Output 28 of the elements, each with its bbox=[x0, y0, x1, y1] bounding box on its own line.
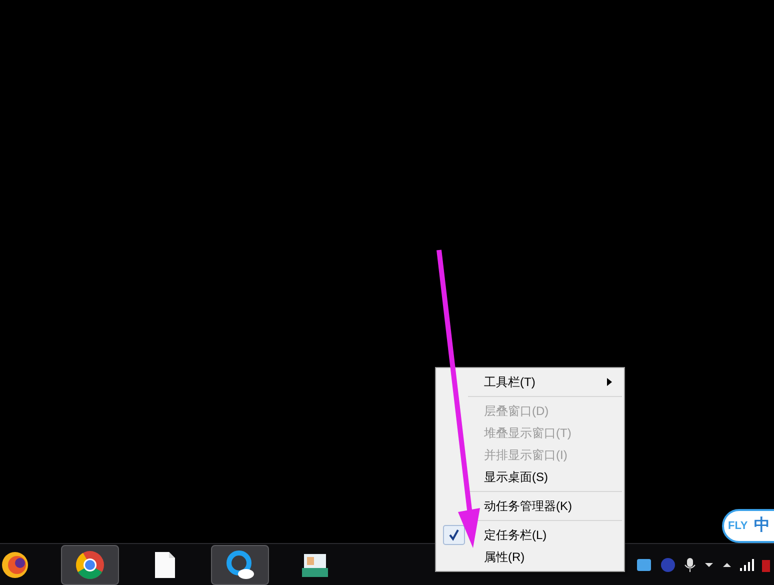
checkmark-icon bbox=[443, 525, 465, 545]
menu-item[interactable]: 显示桌面(S) bbox=[438, 466, 622, 488]
menu-item-label: 显示桌面(S) bbox=[484, 469, 548, 486]
menu-item-label: 堆叠显示窗口(T) bbox=[484, 425, 572, 442]
taskbar-app-button[interactable] bbox=[211, 544, 269, 584]
taskbar-app-button[interactable] bbox=[61, 544, 119, 584]
fox-globe-icon bbox=[0, 550, 30, 580]
menu-item[interactable]: 工具栏(T) bbox=[438, 371, 622, 393]
tray-icon[interactable] bbox=[762, 558, 770, 572]
microphone-icon[interactable] bbox=[684, 556, 696, 572]
document-icon bbox=[153, 550, 177, 578]
submenu-arrow-icon bbox=[607, 378, 612, 386]
menu-item[interactable]: 动任务管理器(K) bbox=[438, 495, 622, 517]
menu-item[interactable]: 属性(R) bbox=[438, 546, 622, 568]
menu-item-label: 层叠窗口(D) bbox=[484, 403, 549, 420]
menu-item[interactable]: 定任务栏(L) bbox=[438, 524, 622, 546]
ime-mode-label: 中 bbox=[754, 516, 770, 536]
signal-bars-icon[interactable] bbox=[740, 558, 754, 570]
menu-item-label: 工具栏(T) bbox=[484, 374, 536, 391]
tray-icon[interactable] bbox=[636, 556, 652, 572]
round-logo-icon bbox=[75, 550, 105, 580]
ime-indicator[interactable]: FLY 中 bbox=[722, 509, 774, 543]
ime-brand-label: FLY bbox=[728, 518, 748, 534]
menu-item-label: 动任务管理器(K) bbox=[484, 498, 572, 515]
menu-item-label: 定任务栏(L) bbox=[484, 527, 547, 544]
menu-item-label: 属性(R) bbox=[484, 549, 525, 566]
menu-item-label: 并排显示窗口(I) bbox=[484, 447, 568, 464]
circle-cloud-icon bbox=[224, 548, 256, 580]
